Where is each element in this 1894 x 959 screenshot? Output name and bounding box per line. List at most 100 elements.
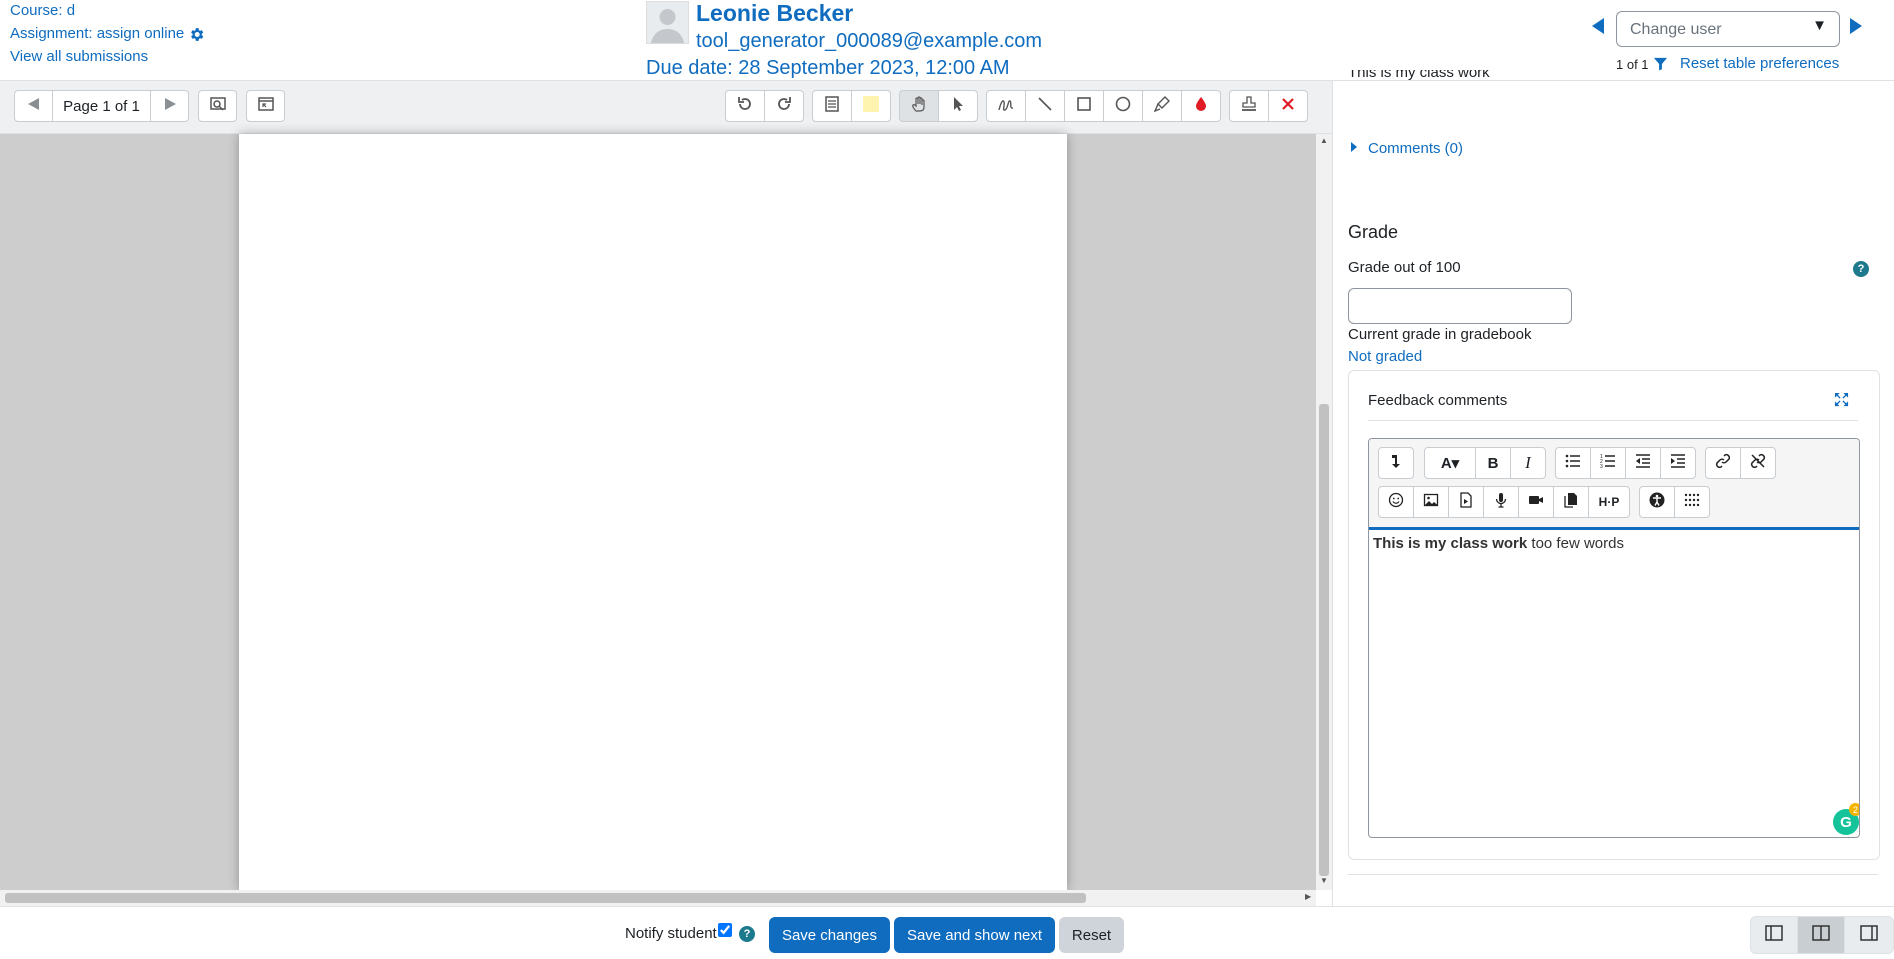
next-user-icon[interactable]: [1848, 16, 1864, 40]
course-link[interactable]: Course: d: [10, 0, 75, 23]
image-button[interactable]: [1413, 486, 1449, 518]
h5p-button[interactable]: H·P: [1588, 486, 1630, 518]
search-comments-button[interactable]: [198, 90, 237, 122]
prev-page-button[interactable]: [14, 90, 53, 122]
expand-button[interactable]: [246, 90, 285, 122]
record-video-button[interactable]: [1518, 486, 1554, 518]
current-grade-label: Current grade in gradebook: [1348, 326, 1532, 343]
submission-text: This is my class work: [1348, 70, 1490, 85]
scroll-down-icon[interactable]: ▼: [1320, 876, 1328, 885]
change-user-placeholder: Change user: [1630, 21, 1722, 38]
h5p-icon: H·P: [1598, 495, 1620, 509]
user-name[interactable]: Leonie Becker: [696, 0, 853, 27]
layout-right-icon: [1860, 925, 1878, 945]
layout-default-button[interactable]: [1797, 916, 1845, 954]
reset-table-preferences-link[interactable]: Reset table preferences: [1680, 55, 1839, 72]
comments-link[interactable]: Comments (0): [1368, 140, 1463, 157]
comment-color-button[interactable]: [851, 90, 891, 122]
media-button[interactable]: [1448, 486, 1484, 518]
link-button[interactable]: [1705, 447, 1741, 479]
collapse-toolbar-icon: [1388, 453, 1404, 473]
feedback-editor[interactable]: A▾ B I 123 H·P This is my class work too…: [1368, 438, 1860, 838]
image-icon: [1423, 492, 1439, 512]
file-media-icon: [1458, 492, 1474, 512]
select-tool-button[interactable]: [938, 90, 978, 122]
scroll-up-icon[interactable]: ▲: [1320, 136, 1328, 145]
indent-button[interactable]: [1660, 447, 1696, 479]
manage-files-button[interactable]: [1553, 486, 1589, 518]
indent-icon: [1670, 453, 1686, 473]
grammarly-count-badge: 2: [1849, 803, 1859, 816]
highlight-tool-button[interactable]: [1142, 90, 1182, 122]
comment-tool-button[interactable]: [812, 90, 852, 122]
assignment-link[interactable]: Assignment: assign online: [10, 23, 184, 46]
next-page-button[interactable]: [150, 90, 189, 122]
pen-tool-button[interactable]: [986, 90, 1026, 122]
gear-icon[interactable]: [188, 26, 205, 43]
outdent-icon: [1635, 453, 1651, 473]
unlink-icon: [1750, 453, 1766, 473]
rotate-left-icon: [736, 95, 754, 117]
comment-color-icon: [862, 95, 880, 117]
layout-collapse-review-button[interactable]: [1750, 916, 1798, 954]
svg-text:3: 3: [1600, 464, 1603, 469]
rectangle-tool-button[interactable]: [1064, 90, 1104, 122]
filter-icon[interactable]: [1653, 56, 1668, 75]
emoji-button[interactable]: [1378, 486, 1414, 518]
line-tool-button[interactable]: [1025, 90, 1065, 122]
stamp-tool-button[interactable]: [1229, 90, 1269, 122]
avatar: [646, 1, 689, 44]
delete-annotation-button[interactable]: [1268, 90, 1308, 122]
stamp-icon: [1240, 95, 1258, 117]
rectangle-icon: [1075, 95, 1093, 117]
save-and-show-next-button[interactable]: Save and show next: [894, 917, 1055, 953]
delete-icon: [1279, 95, 1297, 117]
pdf-page[interactable]: [239, 134, 1067, 890]
record-audio-button[interactable]: [1483, 486, 1519, 518]
due-date: Due date: 28 September 2023, 12:00 AM: [646, 57, 1010, 79]
caret-right-icon: [1350, 140, 1358, 157]
italic-button[interactable]: I: [1510, 447, 1546, 479]
scroll-right-icon[interactable]: ▶: [1305, 892, 1311, 901]
accessibility-checker-button[interactable]: [1639, 486, 1675, 518]
outdent-button[interactable]: [1625, 447, 1661, 479]
grade-heading: Grade: [1348, 222, 1399, 242]
notify-student-checkbox[interactable]: [718, 923, 732, 937]
layout-collapse-grade-button[interactable]: [1844, 916, 1894, 954]
reset-button[interactable]: Reset: [1059, 917, 1124, 953]
ordered-list-button[interactable]: 123: [1590, 447, 1626, 479]
bold-button[interactable]: B: [1475, 447, 1511, 479]
more-tools-button[interactable]: [1674, 486, 1710, 518]
font-style-icon: A▾: [1440, 455, 1460, 472]
save-changes-button[interactable]: Save changes: [769, 917, 890, 953]
unlink-button[interactable]: [1740, 447, 1776, 479]
vertical-scroll-thumb[interactable]: [1319, 404, 1329, 876]
grade-out-of-label: Grade out of 100: [1348, 259, 1461, 276]
font-style-button[interactable]: A▾: [1424, 447, 1476, 479]
assignment-row: Assignment: assign online: [10, 23, 205, 46]
user-email[interactable]: tool_generator_000089@example.com: [696, 30, 1042, 53]
change-user-select[interactable]: Change user ▼: [1616, 11, 1840, 47]
rotate-left-button[interactable]: [725, 90, 765, 122]
previous-user-icon[interactable]: [1590, 16, 1606, 40]
oval-tool-button[interactable]: [1103, 90, 1143, 122]
current-grade-link[interactable]: Not graded: [1348, 348, 1422, 365]
help-icon[interactable]: ?: [1853, 261, 1869, 277]
editor-content[interactable]: This is my class work too few words: [1373, 535, 1624, 552]
annotation-color-button[interactable]: [1181, 90, 1221, 122]
pdf-viewer[interactable]: [0, 134, 1316, 890]
notify-help-icon[interactable]: ?: [739, 926, 755, 942]
page-select[interactable]: Page 1 of 1: [52, 90, 151, 122]
feedback-divider: [1368, 420, 1858, 421]
view-all-submissions-link[interactable]: View all submissions: [10, 46, 148, 69]
horizontal-scroll-thumb[interactable]: [5, 893, 1086, 903]
grade-input[interactable]: [1348, 288, 1572, 324]
pan-tool-button[interactable]: [899, 90, 939, 122]
rotate-right-button[interactable]: [764, 90, 804, 122]
unordered-list-button[interactable]: [1555, 447, 1591, 479]
apps-grid-icon: [1684, 492, 1700, 512]
editor-plain-text: too few words: [1527, 535, 1624, 552]
fullscreen-icon[interactable]: [1834, 392, 1849, 411]
comments-toggle[interactable]: Comments (0): [1350, 140, 1463, 157]
show-more-buttons[interactable]: [1378, 447, 1414, 479]
